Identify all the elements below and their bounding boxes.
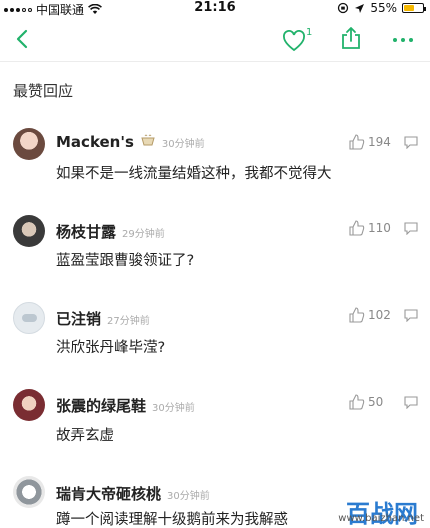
avatar[interactable] bbox=[13, 302, 45, 334]
avatar[interactable] bbox=[13, 215, 45, 247]
status-right: 55% bbox=[337, 1, 426, 15]
comment-text: 蹲一个阅读理解十级鹅前来为我解惑 bbox=[56, 512, 288, 528]
like-count: 110 bbox=[368, 221, 391, 235]
username[interactable]: Macken's bbox=[56, 133, 134, 151]
comment-text: 洪欣张丹峰毕滢? bbox=[56, 340, 166, 356]
avatar[interactable] bbox=[13, 128, 45, 160]
like-count: 50 bbox=[368, 395, 384, 409]
battery-percent: 55% bbox=[370, 1, 397, 15]
comment-text: 蓝盈莹跟曹骏领证了? bbox=[56, 253, 195, 269]
battery-icon bbox=[402, 3, 426, 13]
comment-time: 29分钟前 bbox=[122, 229, 165, 240]
like-count: 194 bbox=[368, 135, 391, 149]
cup-icon bbox=[141, 134, 155, 146]
location-icon bbox=[355, 3, 365, 13]
thumbs-up-icon bbox=[349, 307, 365, 323]
like-count: 102 bbox=[368, 308, 391, 322]
status-bar: 中国联通 21:16 55% bbox=[0, 0, 430, 17]
like-button[interactable]: 110 bbox=[348, 219, 391, 237]
avatar[interactable] bbox=[13, 389, 45, 421]
reply-icon[interactable] bbox=[404, 222, 418, 235]
comment-header: 瑞肯大帝砸核桃 30分钟前 bbox=[56, 483, 210, 504]
nav-bar: 1 bbox=[0, 16, 430, 62]
watermark: 百战网 www.baizhan.net bbox=[304, 494, 424, 528]
nav-like-count: 1 bbox=[306, 27, 313, 38]
comment-time: 30分钟前 bbox=[161, 139, 205, 150]
reply-icon[interactable] bbox=[404, 309, 418, 322]
comment-header: 张震的绿尾鞋 30分钟前 bbox=[56, 395, 195, 416]
comment-header: 已注销 27分钟前 bbox=[56, 308, 150, 329]
thumbs-up-icon bbox=[349, 220, 365, 236]
share-icon[interactable] bbox=[340, 26, 362, 50]
orientation-lock-icon bbox=[338, 2, 349, 14]
username[interactable]: 已注销 bbox=[56, 308, 101, 329]
back-icon[interactable] bbox=[12, 28, 32, 50]
like-button[interactable]: 50 bbox=[348, 393, 383, 411]
thumbs-up-icon bbox=[349, 394, 365, 410]
username[interactable]: 瑞肯大帝砸核桃 bbox=[56, 483, 161, 504]
avatar[interactable] bbox=[13, 476, 45, 508]
comment-time: 30分钟前 bbox=[167, 491, 210, 502]
reply-icon[interactable] bbox=[404, 396, 418, 409]
comment-header: 杨枝甘露 29分钟前 bbox=[56, 221, 165, 242]
username[interactable]: 杨枝甘露 bbox=[56, 221, 116, 242]
like-button[interactable]: 102 bbox=[348, 306, 391, 324]
comment-time: 30分钟前 bbox=[152, 403, 195, 414]
more-icon[interactable] bbox=[392, 36, 414, 44]
thumbs-up-icon bbox=[349, 134, 365, 150]
comment-header: Macken's 30分钟前 bbox=[56, 133, 205, 151]
comment-text: 如果不是一线流量结婚这种，我都不觉得大 bbox=[56, 166, 332, 182]
reply-icon[interactable] bbox=[404, 136, 418, 149]
like-button[interactable]: 194 bbox=[348, 133, 391, 151]
comment-text: 故弄玄虚 bbox=[56, 428, 114, 444]
section-title: 最赞回应 bbox=[13, 82, 74, 100]
username[interactable]: 张震的绿尾鞋 bbox=[56, 395, 146, 416]
watermark-url: www.baizhan.net bbox=[338, 513, 424, 524]
comment-time: 27分钟前 bbox=[107, 316, 150, 327]
